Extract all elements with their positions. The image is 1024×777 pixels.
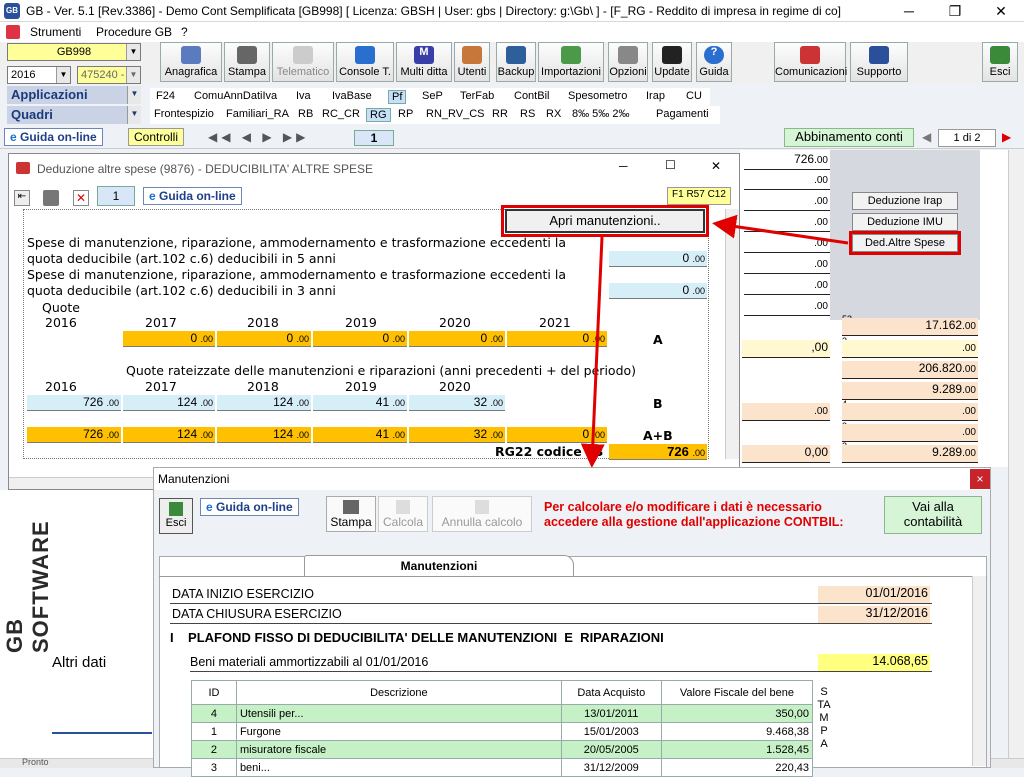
- annulla-calcolo-button[interactable]: Annulla calcolo: [432, 496, 532, 532]
- beni-value[interactable]: 14.068,65: [818, 654, 930, 671]
- vai-contabilita-button[interactable]: Vai alla contabilità: [884, 496, 982, 534]
- esci-button[interactable]: Esci: [159, 498, 193, 534]
- section-title: I PLAFOND FISSO DI DEDUCIBILITA' DELLE M…: [170, 630, 664, 645]
- table-scrollbar[interactable]: [972, 576, 986, 766]
- table-row[interactable]: 1 Furgone 15/01/2003 9.468,38: [191, 722, 814, 741]
- ie-icon: e: [206, 500, 217, 514]
- pencil-icon: [396, 500, 410, 514]
- tab-manutenzioni[interactable]: Manutenzioni: [304, 555, 574, 577]
- data-chiusura-row: DATA CHIUSURA ESERCIZIO 31/12/2016: [170, 606, 932, 624]
- stampa-button[interactable]: Stampa: [326, 496, 376, 532]
- table-row[interactable]: 4 Utensili per... 13/01/2011 350,00: [191, 704, 814, 723]
- printer-icon: [343, 500, 359, 514]
- manutenzioni-dialog: Manutenzioni × Esci e Guida on-line Stam…: [153, 467, 991, 777]
- data-inizio-value[interactable]: 01/01/2016: [818, 586, 930, 603]
- dialog-title: Manutenzioni: [158, 472, 230, 486]
- close-button[interactable]: ×: [970, 469, 990, 489]
- col-valore[interactable]: Valore Fiscale del bene: [660, 680, 814, 705]
- col-descrizione[interactable]: Descrizione: [235, 680, 562, 705]
- cancel-calc-icon: [475, 500, 489, 514]
- warning-line-2: accedere alla gestione dall'applicazione…: [544, 515, 844, 529]
- tab-line: [159, 576, 987, 577]
- guide-online-button[interactable]: e Guida on-line: [200, 498, 299, 516]
- arrow-to-apri: [712, 214, 849, 245]
- beni-table: ID Descrizione Data Acquisto Valore Fisc…: [191, 680, 814, 777]
- col-id[interactable]: ID: [191, 680, 237, 705]
- calcola-button[interactable]: Calcola: [378, 496, 428, 532]
- arrow-to-manutenzioni: [580, 236, 605, 468]
- data-inizio-row: DATA INIZIO ESERCIZIO 01/01/2016: [170, 586, 932, 604]
- warning-line-1: Per calcolare e/o modificare i dati è ne…: [544, 500, 822, 514]
- col-stampa[interactable]: S TA M P A: [816, 686, 832, 751]
- col-data[interactable]: Data Acquisto: [560, 680, 662, 705]
- dialog-titlebar: Manutenzioni ×: [154, 468, 990, 490]
- table-row[interactable]: 2 misuratore fiscale 20/05/2005 1.528,45: [191, 740, 814, 759]
- exit-icon: [169, 502, 183, 516]
- beni-row: Beni materiali ammortizzabili al 01/01/2…: [190, 654, 932, 672]
- data-chiusura-value[interactable]: 31/12/2016: [818, 606, 930, 623]
